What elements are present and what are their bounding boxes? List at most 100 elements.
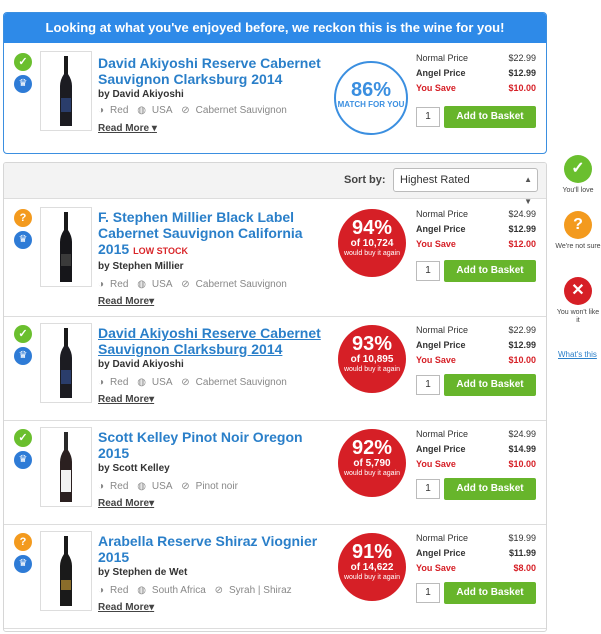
sort-bar: Sort by: Highest Rated ▲ ▼ — [4, 163, 546, 206]
angel-price-label: Angel Price — [416, 68, 466, 78]
wine-name-link[interactable]: Arabella Reserve Shiraz Viognier 2015 — [98, 533, 330, 565]
read-more-link[interactable]: Read More▾ — [98, 602, 154, 613]
question-icon: ? — [564, 211, 592, 239]
caret-down-icon: ▾ — [149, 394, 155, 405]
caret-down-icon: ▾ — [151, 123, 157, 134]
wine-bottle-image[interactable] — [40, 427, 92, 507]
wine-maker: by David Akiyoshi — [98, 359, 184, 370]
quantity-input[interactable]: 1 — [416, 261, 440, 281]
read-more-link[interactable]: Read More▾ — [98, 296, 154, 307]
wine-color-icon: ◑ — [98, 105, 105, 116]
wine-maker: by Stephen de Wet — [98, 567, 188, 578]
crown-icon: ♛ — [14, 347, 32, 365]
wine-color-icon: ◑ — [98, 377, 105, 388]
rating-badge: 93% of 10,895 would buy it again — [338, 325, 406, 393]
grape-icon: ⊘ — [214, 585, 224, 596]
match-percent: 86% — [350, 79, 392, 101]
wine-name-link[interactable]: David Akiyoshi Reserve Cabernet Sauvigno… — [98, 55, 330, 87]
crown-icon: ♛ — [14, 231, 32, 249]
wine-attributes: ◑ Red ◍ USA ⊘ Cabernet Sauvignon — [98, 377, 287, 388]
rating-badge: 92% of 5,790 would buy it again — [338, 429, 406, 497]
caret-down-icon: ▾ — [149, 296, 155, 307]
wine-color: Red — [110, 105, 129, 116]
read-more-link[interactable]: Read More▾ — [98, 498, 154, 509]
question-icon: ? — [14, 533, 32, 551]
caret-down-icon: ▾ — [149, 602, 155, 613]
wine-attributes: ◑ Red ◍ USA ⊘ Pinot noir — [98, 481, 238, 492]
wine-name-link[interactable]: F. Stephen Millier Black Label Cabernet … — [98, 209, 330, 259]
wine-bottle-image[interactable] — [40, 531, 92, 611]
whats-this-link[interactable]: What's this — [558, 350, 597, 359]
wine-attributes: ◑ Red ◍ South Africa ⊘ Syrah | Shiraz — [98, 585, 292, 596]
wine-color-icon: ◑ — [98, 481, 105, 492]
add-to-basket-button[interactable]: Add to Basket — [444, 260, 536, 282]
grape-icon: ⊘ — [181, 105, 190, 116]
legend-love: ✓ You'll love — [555, 155, 601, 195]
caret-down-icon: ▾ — [149, 498, 155, 509]
wine-bottle-image[interactable] — [40, 323, 92, 403]
globe-icon: ◍ — [137, 377, 146, 388]
crown-icon: ♛ — [14, 555, 32, 573]
quantity-input[interactable]: 1 — [416, 107, 440, 127]
globe-icon: ◍ — [137, 105, 146, 116]
globe-icon: ◍ — [137, 279, 146, 290]
low-stock-badge: LOW STOCK — [133, 246, 188, 256]
check-icon: ✓ — [14, 325, 32, 343]
sort-select[interactable]: Highest Rated ▲ ▼ — [393, 168, 538, 206]
price-box: Normal Price $24.99 Angel Price $12.99 You… — [416, 209, 536, 249]
read-more-link[interactable]: Read More▾ — [98, 394, 154, 405]
add-to-basket-button[interactable]: Add to Basket — [444, 374, 536, 396]
angel-price: $12.99 — [508, 68, 536, 78]
check-icon: ✓ — [564, 155, 592, 183]
wine-bottle-image[interactable] — [40, 51, 92, 131]
normal-price: $22.99 — [508, 53, 536, 63]
price-box: Normal Price $22.99 Angel Price $12.99 You… — [416, 325, 536, 365]
add-to-basket-button[interactable]: Add to Basket — [444, 106, 536, 128]
wine-maker: by Stephen Millier — [98, 261, 184, 272]
close-icon: ✕ — [564, 277, 592, 305]
grape-icon: ⊘ — [181, 279, 190, 290]
rating-badge: 91% of 14,622 would buy it again — [338, 533, 406, 601]
read-more-link[interactable]: Read More ▾ — [98, 123, 157, 134]
match-label: MATCH FOR YOU — [337, 100, 405, 109]
add-to-basket-button[interactable]: Add to Basket — [444, 478, 536, 500]
price-box: Normal Price $22.99 Angel Price $12.99 You… — [416, 53, 536, 98]
wine-attributes: ◑ Red ◍ USA ⊘ Cabernet Sauvignon — [98, 105, 293, 116]
sort-label: Sort by: — [344, 174, 386, 186]
quantity-input[interactable]: 1 — [416, 479, 440, 499]
grape-icon: ⊘ — [181, 481, 190, 492]
list-item: ✓ ♛ Scott Kelley Pinot Noir Oregon 2015 … — [4, 421, 546, 525]
list-item: ? ♛ Arabella Reserve Shiraz Viognier 201… — [4, 525, 546, 629]
list-item: ? ♛ F. Stephen Millier Black Label Caber… — [4, 199, 546, 317]
quantity-input[interactable]: 1 — [416, 583, 440, 603]
price-box: Normal Price $19.99 Angel Price $11.99 You… — [416, 533, 536, 573]
sort-selected-value: Highest Rated — [400, 174, 470, 186]
save-label: You Save — [416, 83, 456, 93]
grape-icon: ⊘ — [181, 377, 190, 388]
legend-no-like: ✕ You won't like it — [555, 277, 601, 325]
price-box: Normal Price $24.99 Angel Price $14.99 You… — [416, 429, 536, 469]
globe-icon: ◍ — [137, 481, 146, 492]
add-to-basket-button[interactable]: Add to Basket — [444, 582, 536, 604]
crown-icon: ♛ — [14, 75, 32, 93]
wine-bottle-image[interactable] — [40, 207, 92, 287]
match-badge: 86% MATCH FOR YOU — [334, 61, 408, 135]
quantity-input[interactable]: 1 — [416, 375, 440, 395]
check-icon: ✓ — [14, 429, 32, 447]
wine-name-link[interactable]: Scott Kelley Pinot Noir Oregon 2015 — [98, 429, 330, 461]
rating-badge: 94% of 10,724 would buy it again — [338, 209, 406, 277]
globe-icon: ◍ — [137, 585, 146, 596]
save-amount: $10.00 — [508, 83, 536, 93]
check-icon: ✓ — [14, 53, 32, 71]
wine-maker: by Scott Kelley — [98, 463, 170, 474]
normal-price-label: Normal Price — [416, 53, 469, 63]
wine-color-icon: ◑ — [98, 585, 105, 596]
wine-color-icon: ◑ — [98, 279, 105, 290]
wine-grape: Cabernet Sauvignon — [195, 105, 287, 116]
featured-recommendation: Looking at what you've enjoyed before, w… — [3, 12, 547, 154]
wine-name-link[interactable]: David Akiyoshi Reserve Cabernet Sauvigno… — [98, 325, 330, 357]
legend-unsure: ? We're not sure — [555, 211, 601, 251]
wine-maker: by David Akiyoshi — [98, 89, 184, 100]
list-item: ✓ ♛ David Akiyoshi Reserve Cabernet Sauv… — [4, 317, 546, 421]
question-icon: ? — [14, 209, 32, 227]
